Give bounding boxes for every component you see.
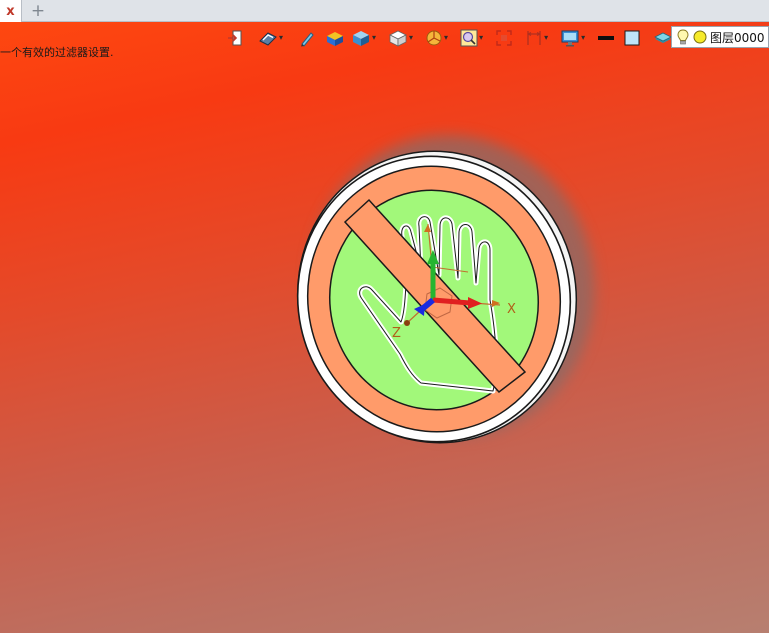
- wire-cube-button[interactable]: ▾: [388, 27, 413, 49]
- pencil-icon: [301, 32, 314, 47]
- wire-cube-icon: [389, 30, 407, 47]
- zoom-view-button[interactable]: ▾: [460, 27, 483, 49]
- pencil-button[interactable]: [299, 27, 315, 49]
- tab-strip: x +: [0, 0, 769, 22]
- lightbulb-icon: [677, 29, 689, 45]
- solid-color-button[interactable]: [325, 27, 345, 49]
- z-axis-end-marker: [404, 320, 410, 326]
- solid-color-icon: [327, 32, 344, 46]
- display-mode-icon: [259, 32, 277, 46]
- z-axis-label: Z: [392, 326, 401, 341]
- close-tab-icon[interactable]: x: [6, 5, 14, 18]
- chevron-down-icon[interactable]: ▾: [279, 34, 283, 42]
- line-color-icon: [598, 36, 615, 40]
- exit-sketch-icon: [228, 30, 242, 46]
- chevron-down-icon[interactable]: ▾: [444, 34, 448, 42]
- chevron-down-icon[interactable]: ▾: [581, 34, 585, 42]
- chevron-down-icon[interactable]: ▾: [409, 34, 413, 42]
- x-axis-label: X: [507, 302, 516, 317]
- display-mode-button[interactable]: ▾: [258, 27, 283, 49]
- view-toolbar: ▾ ▾ ▾ ▾ ▾ ▾ ▾: [226, 26, 682, 50]
- pie-filter-button[interactable]: ▾: [425, 27, 448, 49]
- no-hands-sign-model[interactable]: [271, 109, 623, 469]
- exit-sketch-button[interactable]: [226, 27, 244, 49]
- chevron-down-icon[interactable]: ▾: [372, 34, 376, 42]
- layer-color-dot-icon: [693, 30, 707, 44]
- new-tab-button[interactable]: +: [29, 1, 47, 21]
- snap-target-icon: [496, 30, 512, 46]
- pie-filter-icon: [426, 30, 442, 46]
- zoom-view-icon: [460, 29, 478, 47]
- filter-status-message: 一个有效的过滤器设置.: [0, 46, 114, 59]
- dimension-button[interactable]: ▾: [525, 27, 548, 49]
- fill-color-icon: [624, 30, 640, 46]
- chevron-down-icon[interactable]: ▾: [479, 34, 483, 42]
- monitor-icon: [561, 30, 579, 47]
- snap-target-button[interactable]: [495, 27, 513, 49]
- line-color-button[interactable]: [597, 27, 615, 49]
- layer-name: 图层0000: [710, 30, 765, 45]
- dimension-icon: [527, 31, 541, 45]
- shaded-cube-icon: [353, 31, 370, 46]
- viewport-3d: X Z: [271, 109, 623, 469]
- chevron-down-icon[interactable]: ▾: [544, 34, 548, 42]
- layer-selector[interactable]: 图层0000: [671, 26, 769, 48]
- shaded-cube-button[interactable]: ▾: [351, 27, 376, 49]
- fill-color-button[interactable]: [623, 27, 641, 49]
- monitor-button[interactable]: ▾: [560, 27, 585, 49]
- document-tab[interactable]: x: [0, 0, 22, 22]
